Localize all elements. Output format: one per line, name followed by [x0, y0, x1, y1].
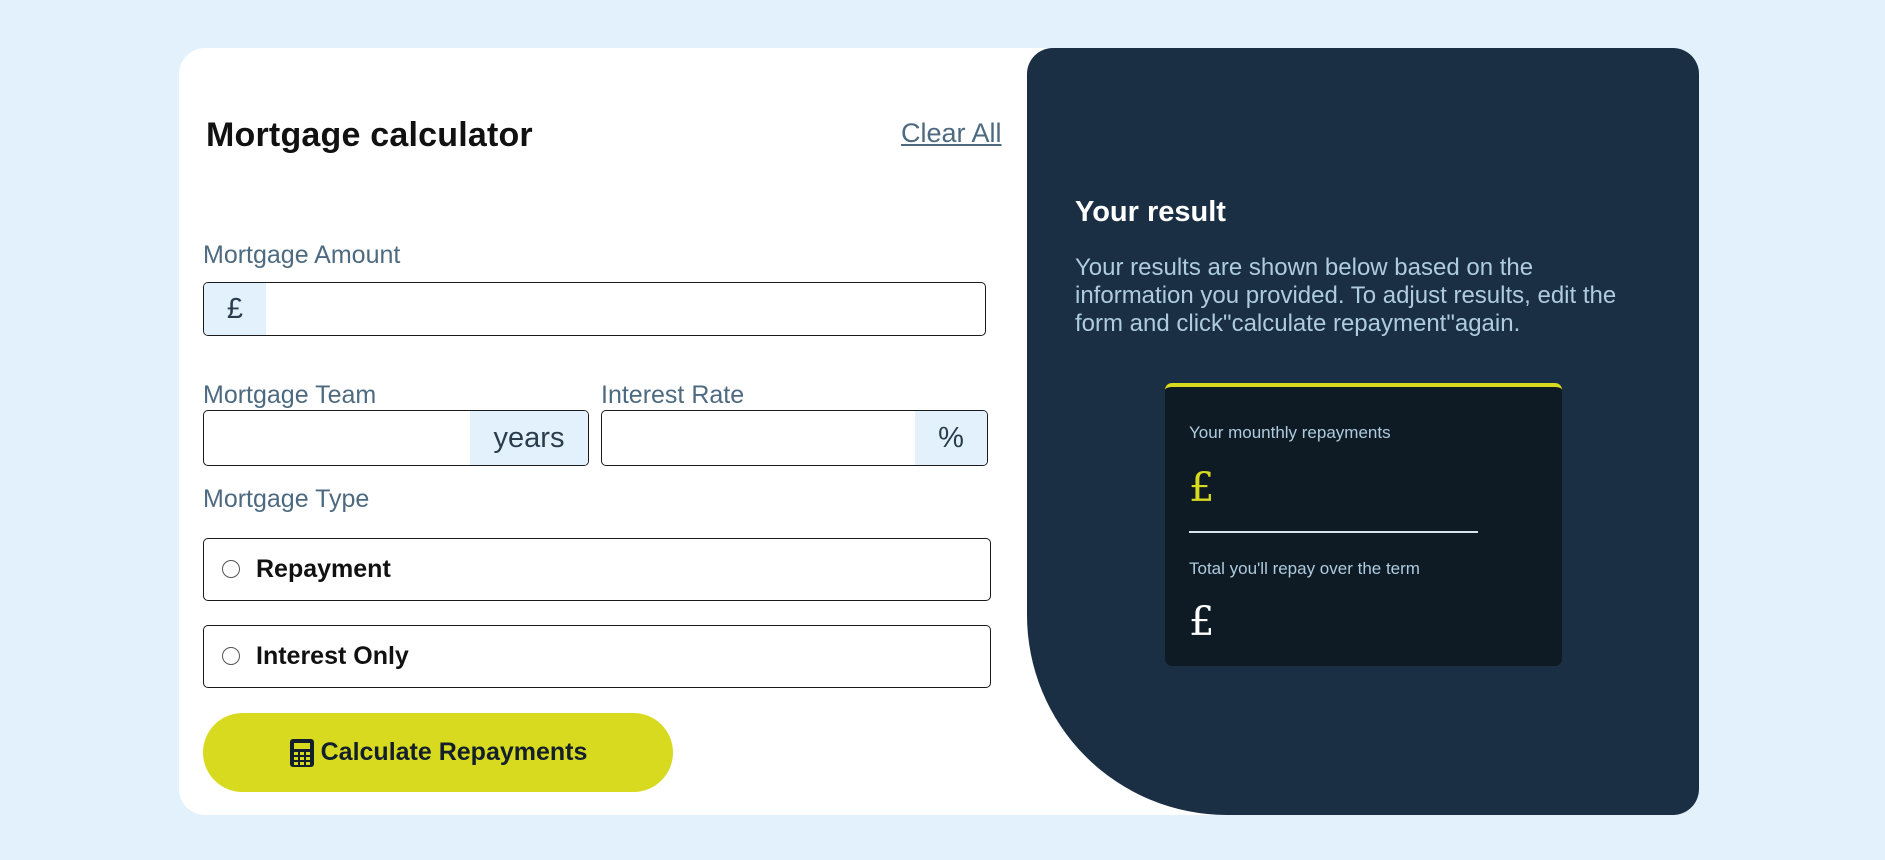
- radio-button[interactable]: [222, 647, 240, 665]
- mortgage-term-input[interactable]: [204, 411, 470, 465]
- calculator-icon: [289, 738, 314, 767]
- page-title: Mortgage calculator: [206, 116, 533, 154]
- radio-option-repayment[interactable]: Repayment: [203, 538, 991, 601]
- total-repay-label: Total you'll repay over the term: [1189, 559, 1420, 578]
- monthly-repayments-label: Your mounthly repayments: [1189, 423, 1391, 442]
- monthly-repayments-value: £: [1189, 465, 1215, 511]
- pound-prefix: £: [204, 283, 266, 335]
- calculate-button-label: Calculate Repayments: [320, 738, 588, 766]
- mortgage-amount-label: Mortgage Amount: [203, 241, 401, 269]
- radio-option-interest-only[interactable]: Interest Only: [203, 625, 991, 688]
- mortgage-amount-field[interactable]: £: [203, 282, 986, 336]
- percent-suffix: %: [915, 411, 987, 465]
- results-summary-box: Your mounthly repayments £ Total you'll …: [1165, 383, 1562, 666]
- interest-rate-field[interactable]: %: [601, 410, 988, 466]
- years-suffix: years: [470, 411, 588, 465]
- radio-label: Interest Only: [256, 642, 409, 670]
- mortgage-type-label: Mortgage Type: [203, 485, 370, 513]
- mortgage-amount-input[interactable]: [266, 283, 985, 335]
- radio-label: Repayment: [256, 555, 391, 583]
- calculate-repayments-button[interactable]: Calculate Repayments: [203, 713, 673, 792]
- mortgage-term-label: Mortgage Team: [203, 381, 377, 409]
- results-divider: [1189, 531, 1478, 533]
- total-repay-value: £: [1189, 599, 1215, 645]
- results-panel: Your result Your results are shown below…: [1027, 48, 1699, 815]
- results-title: Your result: [1075, 196, 1226, 228]
- radio-button[interactable]: [222, 560, 240, 578]
- interest-rate-label: Interest Rate: [601, 381, 745, 409]
- mortgage-calculator-card: Mortgage calculator Clear All Mortgage A…: [179, 48, 1699, 815]
- mortgage-term-field[interactable]: years: [203, 410, 589, 466]
- clear-all-link[interactable]: Clear All: [901, 118, 1002, 149]
- interest-rate-input[interactable]: [602, 411, 915, 465]
- results-description: Your results are shown below based on th…: [1075, 254, 1617, 337]
- calculator-form: Mortgage calculator Clear All Mortgage A…: [179, 48, 1027, 815]
